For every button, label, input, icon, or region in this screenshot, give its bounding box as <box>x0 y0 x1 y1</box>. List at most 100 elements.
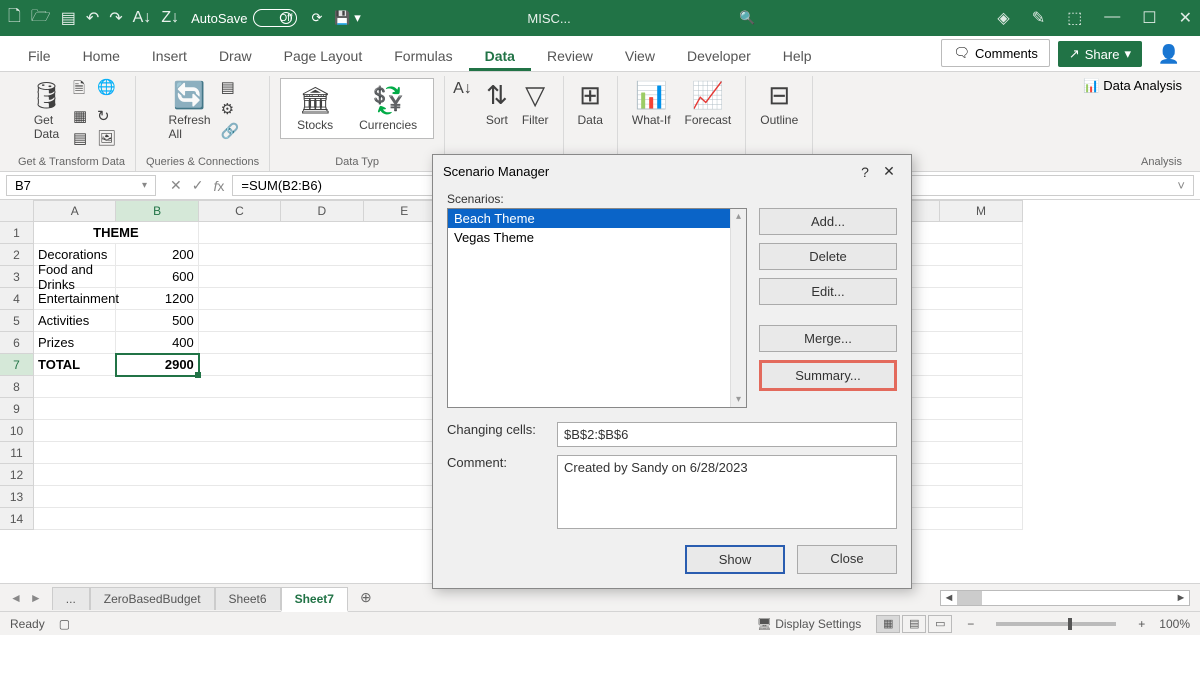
recent-sources-icon[interactable]: ↻ <box>97 107 117 125</box>
tab-home[interactable]: Home <box>67 40 136 71</box>
sheet-tab[interactable]: ... <box>52 587 90 610</box>
dialog-close-icon[interactable]: ✕ <box>877 163 901 180</box>
tab-view[interactable]: View <box>609 40 671 71</box>
tab-draw[interactable]: Draw <box>203 40 268 71</box>
forecast-button[interactable]: 📈Forecast <box>681 78 736 129</box>
name-box[interactable]: B7▾ <box>6 175 156 196</box>
save-icon[interactable]: 💾 ▾ <box>334 10 360 26</box>
data-tools-button[interactable]: ⊞Data <box>574 78 607 129</box>
links-icon[interactable]: 🔗 <box>221 122 241 140</box>
fx-icon[interactable]: fx <box>213 178 224 194</box>
sheet-prev-icon[interactable]: ◄ <box>10 591 22 605</box>
zoom-level[interactable]: 100% <box>1159 617 1190 631</box>
changing-cells-label: Changing cells: <box>447 422 547 447</box>
search-icon[interactable]: 🔍 <box>737 10 757 26</box>
edit-button[interactable]: Edit... <box>759 278 897 305</box>
filter-button[interactable]: ▽Filter <box>518 78 553 129</box>
sheet-tab-active[interactable]: Sheet7 <box>281 587 348 612</box>
sort-asc-icon[interactable]: A↓ <box>133 9 152 27</box>
zoom-in-icon[interactable]: + <box>1138 617 1145 631</box>
view-buttons[interactable]: ▦▤▭ <box>875 615 953 633</box>
tab-page-layout[interactable]: Page Layout <box>268 40 379 71</box>
tab-review[interactable]: Review <box>531 40 609 71</box>
comments-button[interactable]: 🗨 Comments <box>941 39 1049 67</box>
add-button[interactable]: Add... <box>759 208 897 235</box>
list-item[interactable]: Vegas Theme <box>448 228 746 247</box>
open-file-icon[interactable]: 🗁 <box>31 5 51 32</box>
tab-help[interactable]: Help <box>767 40 828 71</box>
col-header[interactable]: C <box>199 200 281 222</box>
sort-desc-icon[interactable]: Z↓ <box>161 9 179 27</box>
sort-az-icon[interactable]: A↓ <box>449 78 476 100</box>
ribbon-display-icon[interactable]: ⬚ <box>1067 8 1082 28</box>
get-data-button[interactable]: 🛢Get Data <box>26 78 67 143</box>
col-header[interactable]: B <box>116 200 198 222</box>
sheet-next-icon[interactable]: ► <box>30 591 42 605</box>
active-cell[interactable]: 2900 <box>116 354 198 376</box>
col-header[interactable]: A <box>34 200 116 222</box>
from-web-icon[interactable]: 🌐 <box>97 78 117 103</box>
display-settings-button[interactable]: 🖥 Display Settings <box>757 617 862 631</box>
select-all-corner[interactable] <box>0 200 34 222</box>
diamond-icon[interactable]: ◈ <box>997 8 1009 28</box>
delete-button[interactable]: Delete <box>759 243 897 270</box>
enter-formula-icon[interactable]: ✓ <box>192 177 204 194</box>
sort-button[interactable]: ⇅Sort <box>482 78 512 129</box>
horizontal-scrollbar[interactable]: ◄► <box>940 590 1190 606</box>
close-button[interactable]: Close <box>797 545 897 574</box>
from-pic-icon[interactable]: 🖼 <box>97 129 117 147</box>
status-bar: Ready ▢ 🖥 Display Settings ▦▤▭ − + 100% <box>0 611 1200 635</box>
currencies-button[interactable]: 💱Currencies <box>355 83 421 134</box>
refresh-qat-icon[interactable]: ⟳ <box>311 10 322 26</box>
macro-icon[interactable]: ▢ <box>59 617 70 631</box>
summary-button[interactable]: Summary... <box>759 360 897 391</box>
close-icon[interactable]: ✕ <box>1179 8 1192 28</box>
existing-conn-icon[interactable]: ▤ <box>73 129 93 147</box>
refresh-all-button[interactable]: 🔄Refresh All <box>165 78 215 143</box>
window-controls: ◈ ✎ ⬚ — ☐ ✕ <box>997 8 1192 28</box>
scenario-manager-dialog: Scenario Manager ? ✕ Scenarios: Beach Th… <box>432 154 912 589</box>
ribbon-tabs: File Home Insert Draw Page Layout Formul… <box>0 36 1200 72</box>
queries-icon[interactable]: ▤ <box>221 78 241 96</box>
comment-field[interactable]: Created by Sandy on 6/28/2023 <box>557 455 897 529</box>
row-header[interactable]: 1 <box>0 222 34 244</box>
pen-icon[interactable]: ✎ <box>1032 8 1045 28</box>
undo-icon[interactable]: ↶ <box>86 8 99 28</box>
properties-icon[interactable]: ⚙ <box>221 100 241 118</box>
sheet-tab[interactable]: Sheet6 <box>215 587 281 610</box>
zoom-out-icon[interactable]: − <box>967 617 974 631</box>
tab-developer[interactable]: Developer <box>671 40 767 71</box>
user-icon[interactable]: 👤 <box>1156 41 1182 67</box>
list-item[interactable]: Beach Theme <box>448 209 746 228</box>
listbox-scrollbar[interactable]: ▴▾ <box>730 209 746 407</box>
add-sheet-icon[interactable]: ⊕ <box>360 589 372 606</box>
tab-formulas[interactable]: Formulas <box>378 40 468 71</box>
cell[interactable]: THEME <box>34 222 199 244</box>
what-if-button[interactable]: 📊What-If <box>628 78 675 129</box>
outline-button[interactable]: ⊟Outline <box>756 78 802 129</box>
tab-data[interactable]: Data <box>469 40 531 71</box>
tab-insert[interactable]: Insert <box>136 40 203 71</box>
share-button[interactable]: ↗ Share ▾ <box>1058 41 1142 67</box>
col-header[interactable]: M <box>940 200 1022 222</box>
cancel-formula-icon[interactable]: ✕ <box>170 177 182 194</box>
print-icon[interactable]: ▤ <box>61 8 76 28</box>
new-file-icon[interactable]: 🗋 <box>8 5 21 32</box>
autosave-toggle[interactable]: AutoSave Off <box>191 9 297 27</box>
maximize-icon[interactable]: ☐ <box>1142 8 1156 28</box>
sheet-tab[interactable]: ZeroBasedBudget <box>90 587 215 610</box>
dialog-help-icon[interactable]: ? <box>853 164 877 180</box>
redo-icon[interactable]: ↷ <box>109 8 122 28</box>
scenarios-listbox[interactable]: Beach Theme Vegas Theme ▴▾ <box>447 208 747 408</box>
stocks-button[interactable]: 🏛Stocks <box>293 83 337 134</box>
show-button[interactable]: Show <box>685 545 785 574</box>
from-text-icon[interactable]: 🗎 <box>73 78 93 103</box>
zoom-slider[interactable] <box>996 622 1116 626</box>
minimize-icon[interactable]: — <box>1104 8 1120 28</box>
merge-button[interactable]: Merge... <box>759 325 897 352</box>
col-header[interactable]: D <box>281 200 363 222</box>
data-analysis-button[interactable]: 📊 Data Analysis <box>1083 78 1182 94</box>
tab-file[interactable]: File <box>12 40 67 71</box>
from-table-icon[interactable]: ▦ <box>73 107 93 125</box>
changing-cells-field[interactable]: $B$2:$B$6 <box>557 422 897 447</box>
